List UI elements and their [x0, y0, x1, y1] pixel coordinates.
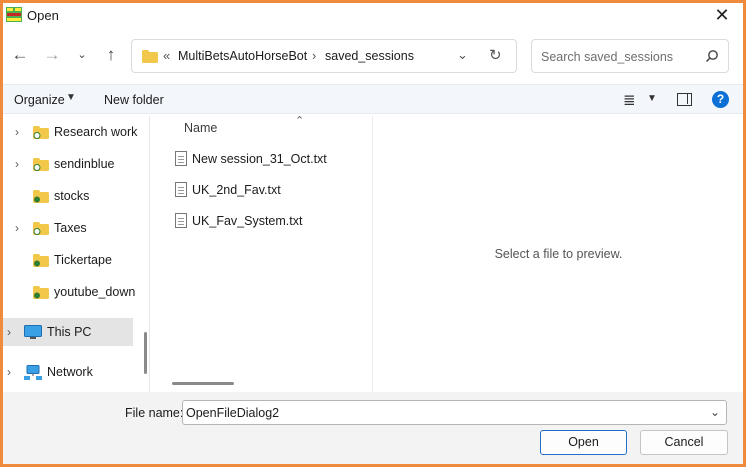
network-icon	[24, 365, 42, 380]
sidebar-item-label: Tickertape	[54, 253, 112, 267]
navigation-pane: › Research work › sendinblue stocks › Ta…	[3, 116, 150, 392]
view-list-icon[interactable]: ≣	[623, 91, 636, 109]
address-dropdown-icon[interactable]: ⌄	[457, 47, 468, 63]
expand-chevron-icon[interactable]: ›	[15, 157, 19, 171]
folder-check-icon	[33, 254, 49, 267]
search-icon[interactable]	[705, 49, 719, 63]
window-title: Open	[27, 8, 59, 23]
breadcrumb-overflow[interactable]: «	[163, 48, 170, 63]
sidebar-item-label: This PC	[47, 325, 92, 339]
expand-chevron-icon[interactable]: ›	[7, 365, 11, 379]
sidebar-item-stocks[interactable]: stocks	[3, 182, 133, 210]
folder-sync-icon	[33, 126, 49, 139]
text-file-icon	[175, 151, 187, 166]
file-name: New session_31_Oct.txt	[192, 152, 327, 166]
sidebar-item-label: Taxes	[54, 221, 87, 235]
breadcrumb-item[interactable]: saved_sessions	[325, 49, 414, 63]
file-name: UK_Fav_System.txt	[192, 214, 303, 228]
text-file-icon	[175, 213, 187, 228]
preview-pane: Select a file to preview.	[372, 116, 743, 392]
monitor-icon	[24, 325, 42, 339]
back-arrow-icon[interactable]: ←	[8, 44, 32, 68]
breadcrumb-item[interactable]: MultiBetsAutoHorseBot	[178, 49, 307, 63]
folder-icon	[142, 50, 158, 63]
sidebar-item-youtube-down[interactable]: youtube_down	[3, 278, 136, 306]
forward-arrow-icon[interactable]: →	[40, 44, 64, 68]
breadcrumb-separator: ›	[312, 48, 317, 63]
sidebar-item-label: youtube_down	[54, 285, 136, 299]
file-item[interactable]: UK_Fav_System.txt	[172, 209, 362, 235]
chevron-down-icon[interactable]: ⌄	[70, 44, 94, 68]
folder-check-icon	[33, 286, 49, 299]
chevron-down-icon[interactable]: ⌄	[710, 405, 720, 419]
navigation-bar: ← → ⌄ ↑ « MultiBetsAutoHorseBot › saved_…	[3, 32, 743, 80]
app-icon	[6, 7, 22, 22]
close-icon[interactable]: ✕	[707, 3, 737, 29]
preview-message: Select a file to preview.	[494, 247, 623, 261]
address-bar[interactable]: « MultiBetsAutoHorseBot › saved_sessions…	[131, 39, 517, 73]
command-bar: Organize ▼ New folder ≣ ▼ ?	[3, 84, 743, 114]
file-name-label: File name:	[125, 406, 184, 420]
folder-sync-icon	[33, 158, 49, 171]
sidebar-item-label: Research work	[54, 125, 138, 139]
sidebar-item-label: Network	[47, 365, 93, 379]
sidebar-item-tickertape[interactable]: Tickertape	[3, 246, 133, 274]
open-button[interactable]: Open	[540, 430, 627, 455]
file-item[interactable]: New session_31_Oct.txt	[172, 147, 362, 173]
column-header-name[interactable]: Name	[184, 121, 217, 135]
sidebar-item-sendinblue[interactable]: › sendinblue	[3, 150, 133, 178]
expand-chevron-icon[interactable]: ›	[15, 125, 19, 139]
text-file-icon	[175, 182, 187, 197]
expand-chevron-icon[interactable]: ›	[7, 325, 11, 339]
sidebar-item-this-pc[interactable]: › This PC	[3, 318, 133, 346]
expand-chevron-icon[interactable]: ›	[15, 221, 19, 235]
search-box[interactable]: Search saved_sessions	[531, 39, 729, 73]
sidebar-item-label: stocks	[54, 189, 90, 203]
file-item[interactable]: UK_2nd_Fav.txt	[172, 178, 362, 204]
new-folder-button[interactable]: New folder	[104, 93, 164, 107]
sidebar-item-label: sendinblue	[54, 157, 115, 171]
file-list-scrollbar[interactable]	[172, 382, 234, 385]
cancel-button[interactable]: Cancel	[640, 430, 728, 455]
folder-check-icon	[33, 190, 49, 203]
file-list: Name ⌃ New session_31_Oct.txt UK_2nd_Fav…	[152, 115, 372, 392]
sidebar-item-research-work[interactable]: › Research work	[3, 118, 137, 146]
sidebar-item-network[interactable]: › Network	[3, 358, 133, 386]
file-name-area: File name: ⌄ Open Cancel	[3, 392, 743, 464]
sidebar-scrollbar[interactable]	[144, 332, 147, 374]
help-icon[interactable]: ?	[712, 91, 729, 108]
sort-ascending-icon: ⌃	[295, 115, 305, 127]
folder-sync-icon	[33, 222, 49, 235]
search-placeholder: Search saved_sessions	[541, 50, 674, 64]
up-arrow-icon[interactable]: ↑	[99, 44, 123, 68]
preview-pane-icon[interactable]	[677, 93, 692, 106]
file-name-input[interactable]	[182, 400, 727, 425]
sidebar-item-taxes[interactable]: › Taxes	[3, 214, 133, 242]
file-name: UK_2nd_Fav.txt	[192, 183, 281, 197]
organize-button[interactable]: Organize	[14, 93, 65, 107]
title-bar: Open ✕	[3, 3, 743, 29]
organize-dropdown-icon[interactable]: ▼	[66, 92, 76, 103]
refresh-icon[interactable]: ↻	[489, 46, 502, 64]
view-dropdown-icon[interactable]: ▼	[647, 93, 657, 104]
